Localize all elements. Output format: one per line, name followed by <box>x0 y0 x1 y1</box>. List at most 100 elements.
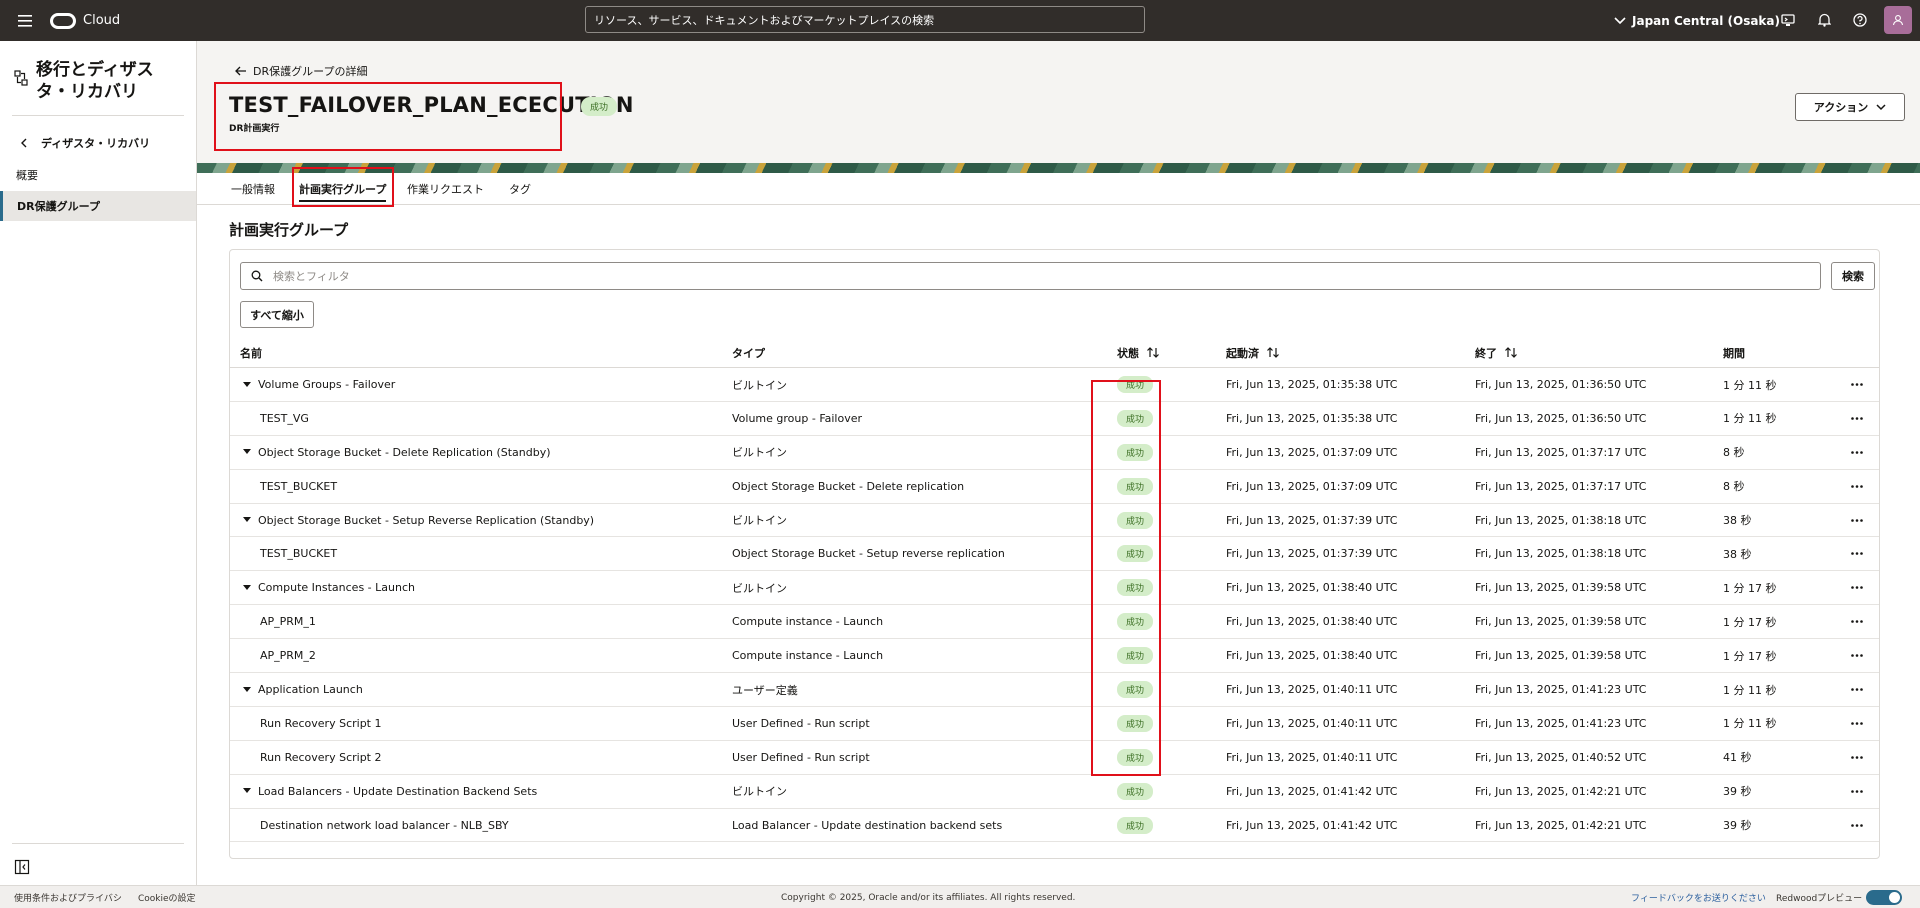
status-badge: 成功 <box>1117 681 1154 699</box>
terms-link[interactable]: 使用条件およびプライバシ <box>14 886 122 908</box>
row-actions-menu-icon[interactable] <box>1847 368 1867 401</box>
row-actions-menu-icon[interactable] <box>1847 470 1867 503</box>
column-header-state[interactable]: 状態 <box>1117 337 1159 368</box>
column-label: 終了 <box>1475 346 1497 360</box>
duration-cell: 1 分 17 秒 <box>1723 649 1777 663</box>
table-row[interactable]: TEST_BUCKET Object Storage Bucket - Delet… <box>230 470 1879 504</box>
row-actions-menu-icon[interactable] <box>1847 673 1867 706</box>
help-icon[interactable] <box>1849 9 1871 31</box>
status-badge: 成功 <box>1117 782 1154 800</box>
state-cell: 成功 <box>1117 571 1154 604</box>
duration-cell: 1 分 11 秒 <box>1723 412 1777 426</box>
row-actions-menu-icon[interactable] <box>1847 571 1867 604</box>
table-row[interactable]: Destination network load balancer - NLB_… <box>230 809 1879 843</box>
type-cell: Compute instance - Launch <box>732 615 884 629</box>
expand-caret-icon[interactable] <box>240 581 254 595</box>
sort-icon[interactable] <box>1505 347 1517 358</box>
started-cell: Fri, Jun 13, 2025, 01:38:40 UTC <box>1226 581 1398 595</box>
collapse-sidebar-icon[interactable] <box>14 859 30 875</box>
cookie-settings-link[interactable]: Cookieの設定 <box>138 886 196 908</box>
back-to-dr-group-details[interactable]: DR保護グループの詳細 <box>235 63 367 79</box>
tab-plan-execution-groups[interactable]: 計画実行グループ <box>299 173 387 205</box>
row-name: AP_PRM_2 <box>260 649 316 663</box>
table-row[interactable]: AP_PRM_1 Compute instance - Launch Fri, Ju… <box>230 605 1879 640</box>
collapse-all-button[interactable]: すべて縮小 <box>240 301 314 328</box>
name-cell: Application Launch <box>240 673 363 706</box>
table-row[interactable]: Compute Instances - Launch ビルトイン Fri, Jun … <box>230 571 1879 606</box>
duration-cell: 38 秒 <box>1723 514 1752 528</box>
row-actions-menu-icon[interactable] <box>1847 775 1867 808</box>
started-cell: Fri, Jun 13, 2025, 01:35:38 UTC <box>1226 378 1398 391</box>
table-row[interactable]: Load Balancers - Update Destination Back… <box>230 775 1879 809</box>
status-badge: 成功 <box>1117 748 1154 766</box>
oracle-cloud-logo[interactable]: Cloud <box>50 12 120 29</box>
global-search-input[interactable]: リソース、サービス、ドキュメントおよびマーケットプレイスの検索 <box>585 6 1145 33</box>
decorative-banner <box>197 163 1920 173</box>
expand-caret-icon[interactable] <box>240 378 254 392</box>
expand-caret-icon[interactable] <box>240 513 254 527</box>
row-name: Run Recovery Script 1 <box>260 716 382 730</box>
menu-icon[interactable] <box>12 8 38 34</box>
duration-cell: 1 分 17 秒 <box>1723 581 1777 595</box>
actions-button[interactable]: アクション <box>1795 93 1905 121</box>
row-name: AP_PRM_1 <box>260 615 316 629</box>
column-header-ended[interactable]: 終了 <box>1475 337 1517 368</box>
tab-work-requests[interactable]: 作業リクエスト <box>407 173 484 205</box>
sort-icon[interactable] <box>1147 347 1159 358</box>
column-header-started[interactable]: 起動済 <box>1226 337 1279 368</box>
started-cell: Fri, Jun 13, 2025, 01:41:42 UTC <box>1226 818 1398 832</box>
page-subtitle: DR計画実行 <box>229 124 280 134</box>
row-actions-menu-icon[interactable] <box>1847 707 1867 740</box>
state-cell: 成功 <box>1117 775 1154 808</box>
table-row[interactable]: Object Storage Bucket - Setup Reverse Re… <box>230 504 1879 538</box>
table-row[interactable]: Object Storage Bucket - Delete Replicati… <box>230 436 1879 470</box>
row-actions-menu-icon[interactable] <box>1847 537 1867 570</box>
sidebar-divider <box>12 115 184 116</box>
table-row[interactable]: TEST_BUCKET Object Storage Bucket - Setup… <box>230 537 1879 572</box>
redwood-preview-toggle[interactable] <box>1866 890 1902 905</box>
sidebar-back-link[interactable]: ディザスタ・リカバリ <box>20 135 150 151</box>
feedback-link[interactable]: フィードバックをお送りください <box>1631 886 1766 908</box>
notification-bell-icon[interactable] <box>1813 9 1835 31</box>
expand-caret-icon[interactable] <box>240 445 254 459</box>
table-row[interactable]: Application Launch ユーザー定義 Fri, Jun 13, 202… <box>230 673 1879 707</box>
name-cell: Run Recovery Script 1 <box>260 707 382 740</box>
row-actions-menu-icon[interactable] <box>1847 741 1867 774</box>
tab-label: タグ <box>509 183 531 196</box>
tab-tags[interactable]: タグ <box>509 173 531 205</box>
column-label: 起動済 <box>1226 346 1259 360</box>
row-actions-menu-icon[interactable] <box>1847 436 1867 469</box>
type-cell: User Defined - Run script <box>732 716 870 730</box>
row-actions-menu-icon[interactable] <box>1847 402 1867 435</box>
table-row[interactable]: Volume Groups - Failover ビルトイン Fri, Jun 13… <box>230 368 1879 402</box>
row-actions-menu-icon[interactable] <box>1847 639 1867 672</box>
row-name: Destination network load balancer - NLB_… <box>260 818 509 832</box>
started-cell: Fri, Jun 13, 2025, 01:41:42 UTC <box>1226 784 1398 798</box>
tab-general-info[interactable]: 一般情報 <box>231 173 275 205</box>
sort-icon[interactable] <box>1267 347 1279 358</box>
top-bar: Cloud リソース、サービス、ドキュメントおよびマーケットプレイスの検索 Ja… <box>0 0 1920 41</box>
sidebar-item-dr-protection-groups[interactable]: DR保護グループ <box>0 191 196 221</box>
footer: 使用条件およびプライバシ Cookieの設定 Copyright © 2025,… <box>0 885 1920 908</box>
region-selector[interactable]: Japan Central (Osaka) <box>1614 0 1780 41</box>
cloud-shell-icon[interactable] <box>1777 9 1799 31</box>
expand-caret-icon[interactable] <box>240 683 254 697</box>
ended-cell: Fri, Jun 13, 2025, 01:42:21 UTC <box>1475 784 1647 798</box>
sidebar-item-overview[interactable]: 概要 <box>0 160 196 190</box>
table-row[interactable]: Run Recovery Script 2 User Defined - Run … <box>230 741 1879 775</box>
search-button[interactable]: 検索 <box>1831 262 1875 290</box>
table-row[interactable]: AP_PRM_2 Compute instance - Launch Fri, Ju… <box>230 639 1879 674</box>
table-row[interactable]: TEST_VG Volume group - Failover Fri, Jun 1… <box>230 402 1879 436</box>
row-actions-menu-icon[interactable] <box>1847 504 1867 537</box>
profile-avatar[interactable] <box>1884 6 1912 34</box>
name-cell: Compute Instances - Launch <box>240 571 415 604</box>
row-actions-menu-icon[interactable] <box>1847 605 1867 638</box>
table-row[interactable]: Run Recovery Script 1 User Defined - Run … <box>230 707 1879 741</box>
column-header-duration: 期間 <box>1723 337 1745 368</box>
expand-caret-icon[interactable] <box>240 784 254 798</box>
search-filter-input[interactable]: 検索とフィルタ <box>240 262 1821 290</box>
state-cell: 成功 <box>1117 402 1154 435</box>
chevron-down-icon <box>1614 16 1626 24</box>
ended-cell: Fri, Jun 13, 2025, 01:37:17 UTC <box>1475 445 1647 459</box>
row-actions-menu-icon[interactable] <box>1847 809 1867 842</box>
